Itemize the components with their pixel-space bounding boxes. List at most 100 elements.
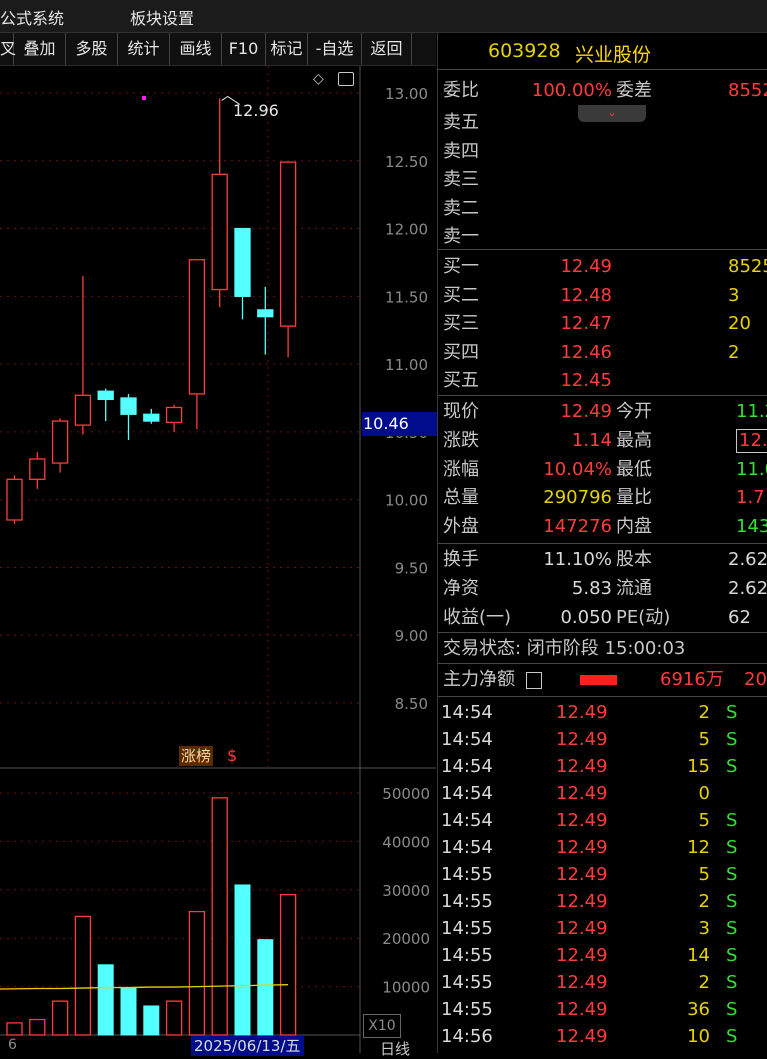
- tick-volume: 5: [698, 810, 710, 831]
- sell-row: 卖二: [438, 194, 767, 223]
- volume-bar: [97, 964, 114, 1036]
- candle-body: [51, 420, 69, 464]
- stat-value: 12.4: [736, 428, 767, 453]
- weicha-value: 8552: [728, 80, 767, 101]
- toolbar-button-6[interactable]: 标记: [266, 33, 308, 65]
- tick-side: S: [726, 918, 738, 939]
- toolbar-button-8[interactable]: 返回: [362, 33, 412, 65]
- weibi-row: 委比 100.00% 委差 8552: [438, 76, 767, 105]
- period-label[interactable]: 日线: [380, 1038, 410, 1059]
- volume-bar: [143, 1005, 160, 1036]
- list-icon[interactable]: [526, 672, 542, 689]
- fundamental-label: 换手: [443, 549, 479, 570]
- toolbar-button-0[interactable]: 叉: [0, 33, 16, 65]
- tick-time: 14:55: [441, 972, 493, 993]
- tick-price: 12.49: [556, 891, 608, 912]
- buy-row[interactable]: 买四 12.46 2: [438, 338, 767, 367]
- tick-time: 14:54: [441, 756, 493, 777]
- price-tick-label: 11.00: [385, 356, 428, 374]
- tick-volume: 10: [687, 1026, 710, 1047]
- price-tick-label: 11.50: [385, 288, 428, 306]
- menu-sector[interactable]: 板块设置: [130, 5, 194, 29]
- tick-time: 14:55: [441, 864, 493, 885]
- volume-bar: [51, 1000, 69, 1036]
- tick-volume: 2: [698, 972, 710, 993]
- toolbar-button-7[interactable]: -自选: [308, 33, 362, 65]
- price-tick-label: 10.00: [385, 492, 428, 510]
- price-tick-label: 12.00: [385, 221, 428, 239]
- tick-side: S: [726, 972, 738, 993]
- candle-body: [257, 309, 274, 318]
- main-net-label: 主力净额: [443, 669, 515, 690]
- tick-time: 14:54: [441, 729, 493, 750]
- fundamental-value: 0.050: [560, 607, 612, 628]
- kline-chart[interactable]: 13.0012.5012.0011.5011.0010.5010.009.509…: [0, 66, 437, 1058]
- candle-body: [29, 458, 46, 480]
- tick-row: 14:54 12.49 15 S: [438, 753, 767, 780]
- candle-body: [143, 413, 160, 422]
- stat-row: 涨幅 10.04%最低 11.0: [438, 455, 767, 484]
- stat-value: 290796: [543, 487, 612, 509]
- tick-price: 12.49: [556, 1026, 608, 1047]
- volume-bar: [165, 1000, 183, 1036]
- buy-row[interactable]: 买三 12.47 20: [438, 309, 767, 338]
- buy-row[interactable]: 买五 12.45: [438, 366, 767, 395]
- stock-name: 兴业股份: [575, 44, 652, 66]
- buy-volume: 3: [728, 284, 740, 306]
- tick-volume: 0: [698, 783, 710, 804]
- volume-unit-badge: X10: [363, 1014, 401, 1038]
- sell-label: 卖二: [443, 197, 479, 219]
- stat-value: 1.7: [736, 487, 765, 509]
- price-tick-label: 13.00: [385, 85, 428, 103]
- buy-label: 买三: [443, 313, 479, 335]
- menu-bar: 公式系统 板块设置: [0, 0, 767, 33]
- candle-body: [97, 390, 114, 401]
- tick-price: 12.49: [556, 864, 608, 885]
- tick-price: 12.49: [556, 999, 608, 1020]
- toolbar-button-3[interactable]: 统计: [118, 33, 170, 65]
- weibi-label: 委比: [443, 80, 479, 101]
- tick-volume: 3: [698, 918, 710, 939]
- buy-volume: 8525: [728, 256, 767, 277]
- weicha-label: 委差: [616, 80, 652, 101]
- volume-tick-label: 30000: [382, 882, 430, 900]
- tick-row: 14:55 12.49 36 S: [438, 996, 767, 1023]
- tick-price: 12.49: [556, 702, 608, 723]
- marker-dot: [142, 96, 146, 100]
- fundamental-value: 5.83: [571, 578, 612, 599]
- toolbar-button-2[interactable]: 多股: [66, 33, 118, 65]
- tick-time: 14:55: [441, 945, 493, 966]
- tick-time: 14:56: [441, 1026, 493, 1047]
- volume-tick-label: 40000: [382, 833, 430, 851]
- chart-canvas[interactable]: 13.0012.5012.0011.5011.0010.5010.009.509…: [0, 66, 436, 1053]
- main-net-bar: [580, 675, 617, 685]
- tick-volume: 15: [687, 756, 710, 777]
- diamond-icon[interactable]: ◇: [313, 71, 324, 87]
- candle-body: [165, 406, 183, 424]
- stat-label: 内盘: [616, 516, 652, 538]
- stat-label: 涨幅: [443, 458, 479, 480]
- toolbar-button-5[interactable]: F10: [222, 33, 266, 65]
- window-toggle-icon[interactable]: [338, 72, 354, 86]
- stat-value: 10.04%: [543, 458, 612, 480]
- buy-row[interactable]: 买一 12.49 8525: [438, 252, 767, 281]
- tick-volume: 5: [698, 864, 710, 885]
- tick-time: 14:55: [441, 891, 493, 912]
- main-net-extra: 20: [744, 669, 767, 690]
- buy-price: 12.48: [560, 284, 612, 306]
- stat-value: 147276: [543, 516, 612, 538]
- toolbar-button-4[interactable]: 画线: [170, 33, 222, 65]
- zhangbang-badge[interactable]: 涨榜: [179, 746, 214, 766]
- menu-formula[interactable]: 公式系统: [0, 5, 64, 29]
- tick-volume: 36: [687, 999, 710, 1020]
- stock-header: 603928 兴业股份: [438, 33, 767, 70]
- stat-row: 总量 290796 量比 1.7: [438, 483, 767, 512]
- tick-price: 12.49: [556, 918, 608, 939]
- candle-body: [74, 394, 92, 426]
- tick-row: 14:55 12.49 14 S: [438, 942, 767, 969]
- toolbar-button-1[interactable]: 叠加: [14, 33, 66, 65]
- dollar-icon[interactable]: $: [227, 746, 237, 766]
- buy-row[interactable]: 买二 12.48 3: [438, 281, 767, 310]
- sell-row: 卖一: [438, 222, 767, 251]
- candle-body: [211, 173, 228, 291]
